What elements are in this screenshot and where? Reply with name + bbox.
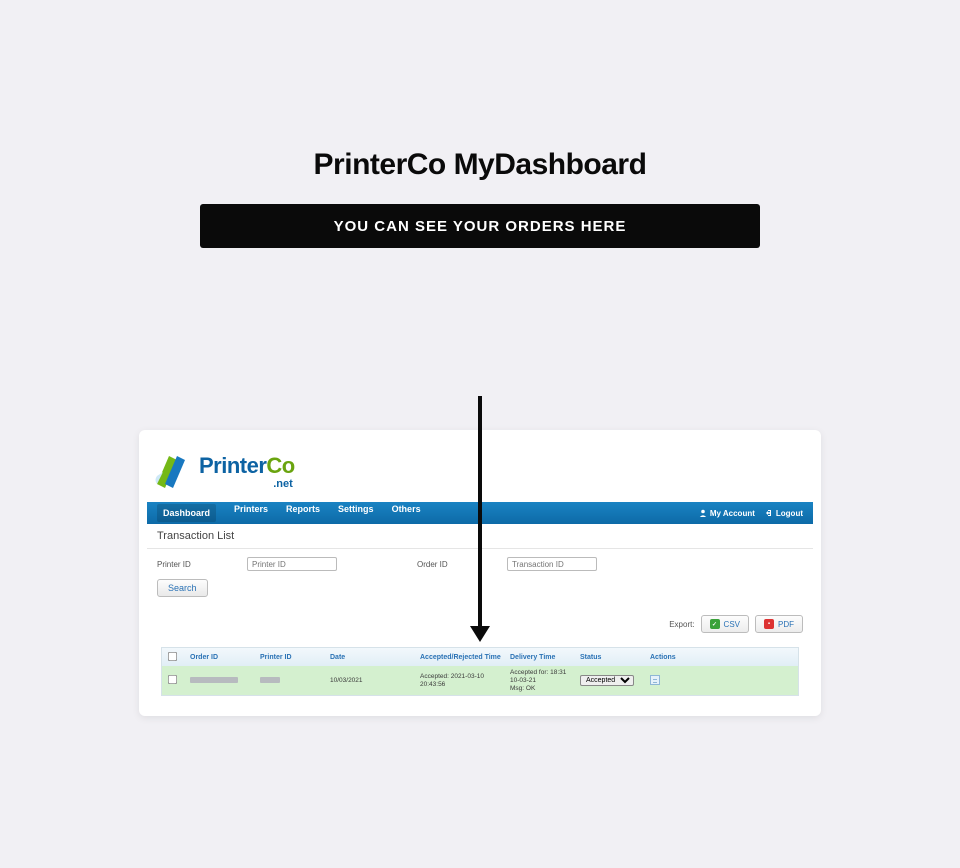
nav-logout[interactable]: Logout [765,509,803,518]
printer-id-label: Printer ID [157,560,237,569]
th-date[interactable]: Date [326,654,416,661]
th-status[interactable]: Status [576,654,646,661]
transactions-table: Order ID Printer ID Date Accepted/Reject… [161,647,799,696]
th-delivery[interactable]: Delivery Time [506,654,576,661]
nav-my-account[interactable]: My Account [699,509,755,518]
printer-id-redacted [260,677,280,683]
cell-date: 10/03/2021 [326,677,416,684]
search-button[interactable]: Search [157,579,208,597]
export-csv-button[interactable]: ✓ CSV [701,615,749,633]
th-order-id[interactable]: Order ID [186,654,256,661]
logo-name: PrinterCo [199,455,295,477]
user-icon [699,509,707,517]
order-id-input[interactable] [507,557,597,571]
row-checkbox[interactable] [168,675,177,684]
pdf-icon: ▪ [764,619,774,629]
cell-delivery: Accepted for: 18:31 10-03-21 Msg: OK [506,669,576,692]
table-header: Order ID Printer ID Date Accepted/Reject… [162,648,798,666]
nav-settings[interactable]: Settings [338,504,374,522]
nav-others[interactable]: Others [392,504,421,522]
nav-reports[interactable]: Reports [286,504,320,522]
order-id-label: Order ID [417,560,497,569]
export-pdf-button[interactable]: ▪ PDF [755,615,803,633]
arrow-line [478,396,482,628]
logo-suffix: .net [199,479,295,490]
th-accepted[interactable]: Accepted/Rejected Time [416,654,506,661]
export-label: Export: [669,620,694,629]
callout-banner: YOU CAN SEE YOUR ORDERS HERE [200,204,760,248]
table-row: 10/03/2021 Accepted: 2021-03-10 20:43:56… [162,666,798,695]
csv-icon: ✓ [710,619,720,629]
th-actions: Actions [646,654,696,661]
order-id-redacted [190,677,238,683]
page-title: PrinterCo MyDashboard [0,148,960,182]
cell-accepted: Accepted: 2021-03-10 20:43:56 [416,673,506,689]
logo-mark-icon [151,450,193,490]
th-printer-id[interactable]: Printer ID [256,654,326,661]
select-all-checkbox[interactable] [168,651,177,660]
nav-printers[interactable]: Printers [234,504,268,522]
logout-icon [765,509,773,517]
nav-dashboard[interactable]: Dashboard [157,504,216,522]
view-action-icon[interactable] [650,675,660,685]
printer-id-input[interactable] [247,557,337,571]
arrow-head-icon [470,626,490,642]
status-select[interactable]: Accepted [580,675,634,686]
